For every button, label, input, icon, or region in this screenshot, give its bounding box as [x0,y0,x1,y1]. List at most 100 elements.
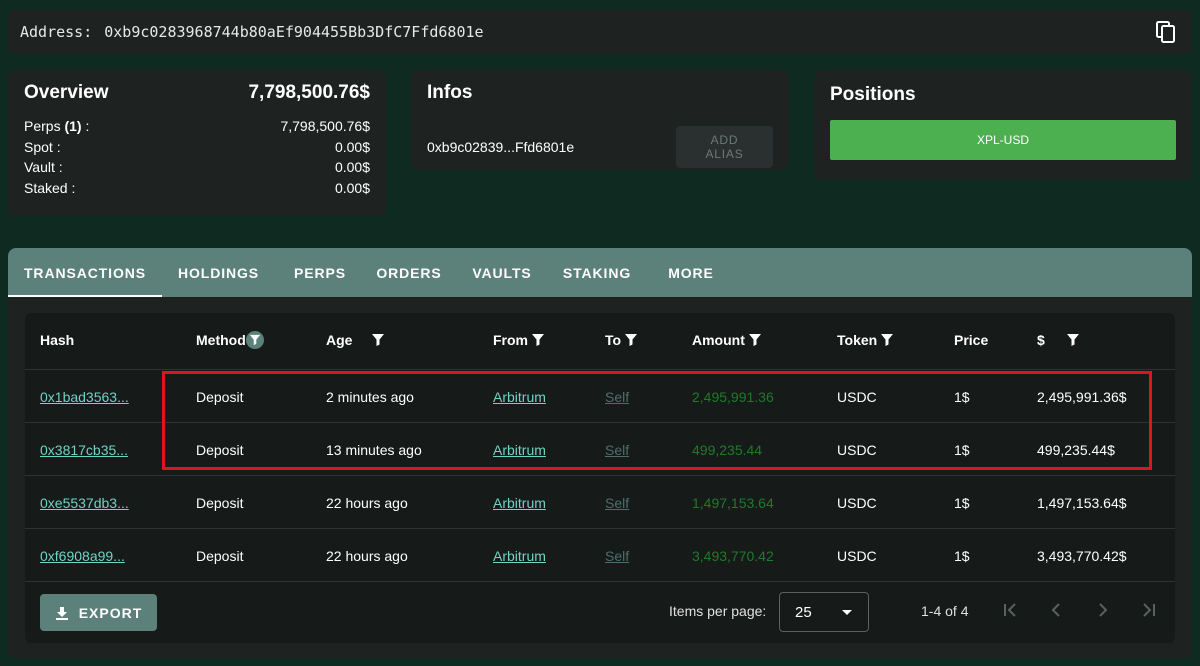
tab-holdings[interactable]: HOLDINGS [162,248,275,297]
positions-card: Positions XPL-USD [814,70,1192,180]
next-page-icon[interactable] [1093,600,1113,620]
to-link[interactable]: Self [605,423,629,476]
header-label: Price [954,331,989,348]
copy-icon[interactable] [1154,20,1178,44]
overview-row-value: 0.00$ [334,138,370,155]
filter-icon[interactable] [748,333,762,347]
export-label: EXPORT [78,604,143,621]
amount-cell: 2,495,991.36 [692,388,774,405]
overview-row-value: 0.00$ [334,179,370,196]
filter-icon[interactable] [880,333,894,347]
header-from: From [493,313,545,366]
token-cell: USDC [837,388,877,405]
header-label: Method [196,331,246,348]
table-header: Hash Method Age From To Amount Token Pri… [25,313,1175,366]
table-row: 0x3817cb35... Deposit 13 minutes ago Arb… [25,422,1175,475]
table-divider [25,581,1175,582]
overview-row-perps: Perps (1) : 7,798,500.76$ [24,116,370,137]
overview-row-value: 0.00$ [334,159,370,175]
transactions-table: Hash Method Age From To Amount Token Pri… [25,313,1175,643]
infos-title: Infos [427,82,473,103]
method-cell: Deposit [196,441,244,458]
price-cell: 1$ [954,547,970,564]
chevron-down-icon [842,610,852,615]
from-link[interactable]: Arbitrum [493,370,546,423]
header-hash: Hash [40,313,74,366]
position-button-xpl-usd[interactable]: XPL-USD [830,120,1176,160]
hash-link[interactable]: 0x1bad3563... [40,370,129,423]
first-page-icon[interactable] [1000,600,1020,620]
from-link[interactable]: Arbitrum [493,423,546,476]
page-range-label: 1-4 of 4 [921,603,969,619]
token-cell: USDC [837,494,877,511]
filter-icon[interactable] [1066,333,1080,347]
header-to: To [605,313,638,366]
filter-icon[interactable] [624,333,638,347]
header-label: $ [1037,331,1045,348]
infos-card: Infos 0xb9c02839...Ffd6801e ADD ALIAS [411,70,789,170]
export-button[interactable]: EXPORT [40,594,157,631]
usd-cell: 3,493,770.42$ [1037,547,1127,564]
tab-bar: TRANSACTIONS HOLDINGS PERPS ORDERS VAULT… [8,248,1192,297]
overview-row-label: Spot : [24,138,61,155]
filter-icon[interactable] [531,333,545,347]
header-age: Age [326,313,385,366]
overview-row-staked: Staked : 0.00$ [24,178,370,199]
overview-row-label: Staked : [24,179,76,196]
overview-row-spot: Spot : 0.00$ [24,137,370,158]
to-link[interactable]: Self [605,476,629,529]
address-bar: Address: 0xb9c0283968744b80aEf904455Bb3D… [8,10,1192,54]
tab-staking[interactable]: STAKING [551,248,643,297]
header-usd: $ [1037,313,1080,366]
overview-total: 7,798,500.76$ [248,82,370,103]
overview-row-vault: Vault : 0.00$ [24,157,370,178]
prev-page-icon[interactable] [1046,600,1066,620]
header-label: Age [326,331,353,348]
short-address: 0xb9c02839...Ffd6801e [427,139,575,155]
overview-row-label: Vault : [24,159,63,175]
amount-cell: 499,235.44 [692,441,763,458]
overview-row-suffix: : [81,118,90,134]
to-link[interactable]: Self [605,529,629,582]
items-per-page-value: 25 [795,603,812,621]
hash-link[interactable]: 0xe5537db3... [40,476,129,529]
tab-vaults[interactable]: VAULTS [453,248,551,297]
from-link[interactable]: Arbitrum [493,476,546,529]
usd-cell: 499,235.44$ [1037,441,1115,458]
hash-link[interactable]: 0x3817cb35... [40,423,128,476]
price-cell: 1$ [954,441,970,458]
header-token: Token [837,313,894,366]
positions-title: Positions [830,84,916,105]
table-row: 0xe5537db3... Deposit 22 hours ago Arbit… [25,475,1175,528]
address-label: Address: [20,23,93,41]
filter-icon[interactable] [371,333,385,347]
tab-more[interactable]: MORE [643,248,739,297]
main-card: TRANSACTIONS HOLDINGS PERPS ORDERS VAULT… [8,248,1192,658]
table-row: 0x1bad3563... Deposit 2 minutes ago Arbi… [25,369,1175,422]
perps-count: (1) [64,118,82,134]
token-cell: USDC [837,441,877,458]
to-link[interactable]: Self [605,370,629,423]
header-label: Hash [40,331,75,348]
price-cell: 1$ [954,388,970,405]
items-per-page-label: Items per page: [669,603,767,619]
age-cell: 22 hours ago [326,494,408,511]
tab-perps[interactable]: PERPS [275,248,365,297]
header-label: To [605,331,622,348]
price-cell: 1$ [954,494,970,511]
tab-transactions[interactable]: TRANSACTIONS [8,248,162,297]
method-cell: Deposit [196,547,244,564]
header-label: From [493,331,528,348]
hash-link[interactable]: 0xf6908a99... [40,529,125,582]
header-price: Price [954,313,988,366]
items-per-page-select[interactable]: 25 [779,592,869,632]
download-icon [55,606,68,620]
filter-icon[interactable] [245,330,264,349]
last-page-icon[interactable] [1139,600,1159,620]
add-alias-button[interactable]: ADD ALIAS [676,126,773,168]
age-cell: 13 minutes ago [326,441,422,458]
overview-title: Overview [24,82,109,103]
address-value: 0xb9c0283968744b80aEf904455Bb3DfC7Ffd680… [104,23,484,41]
from-link[interactable]: Arbitrum [493,529,546,582]
tab-orders[interactable]: ORDERS [365,248,453,297]
